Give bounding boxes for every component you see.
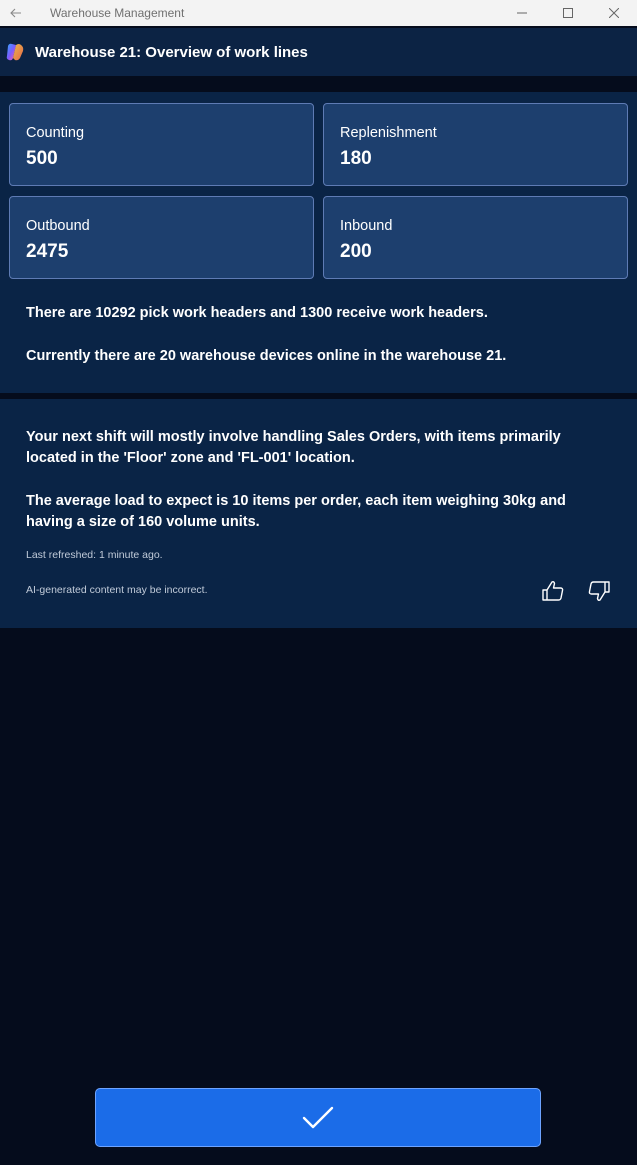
window-titlebar: Warehouse Management [0,0,637,26]
ai-insight-panel: Your next shift will mostly involve hand… [0,399,637,628]
window-controls [499,0,637,26]
stat-card-replenishment[interactable]: Replenishment 180 [323,103,628,186]
load-insight-text: The average load to expect is 10 items p… [26,493,566,530]
stat-value: 500 [26,148,58,169]
close-icon[interactable] [591,0,637,26]
work-headers-summary: There are 10292 pick work headers and 13… [26,305,488,321]
shift-insight-text: Your next shift will mostly involve hand… [26,429,561,466]
stat-value: 2475 [26,241,69,262]
ai-disclaimer-text: AI-generated content may be incorrect. [26,584,208,596]
page-title: Warehouse 21: Overview of work lines [35,43,308,61]
work-lines-panel: Counting 500 Replenishment 180 Outbound … [0,92,637,393]
stat-label: Replenishment [340,125,437,141]
stat-card-outbound[interactable]: Outbound 2475 [9,196,314,279]
stat-value: 200 [340,241,372,262]
checkmark-icon [302,1106,334,1128]
stat-label: Outbound [26,218,90,234]
last-refreshed-text: Last refreshed: 1 minute ago. [26,549,163,561]
stat-label: Counting [26,125,85,141]
window-title: Warehouse Management [50,6,185,20]
stat-card-counting[interactable]: Counting 500 [9,103,314,186]
arrow-left-icon[interactable] [0,5,32,21]
devices-online-summary: Currently there are 20 warehouse devices… [26,348,507,364]
page-header: Warehouse 21: Overview of work lines [0,28,637,76]
stat-label: Inbound [340,218,393,234]
thumbs-up-icon[interactable] [539,577,567,605]
thumbs-down-icon[interactable] [585,577,613,605]
stat-card-inbound[interactable]: Inbound 200 [323,196,628,279]
copilot-logo-icon [6,43,24,61]
stat-value: 180 [340,148,372,169]
confirm-button[interactable] [95,1088,541,1147]
maximize-icon[interactable] [545,0,591,26]
minimize-icon[interactable] [499,0,545,26]
